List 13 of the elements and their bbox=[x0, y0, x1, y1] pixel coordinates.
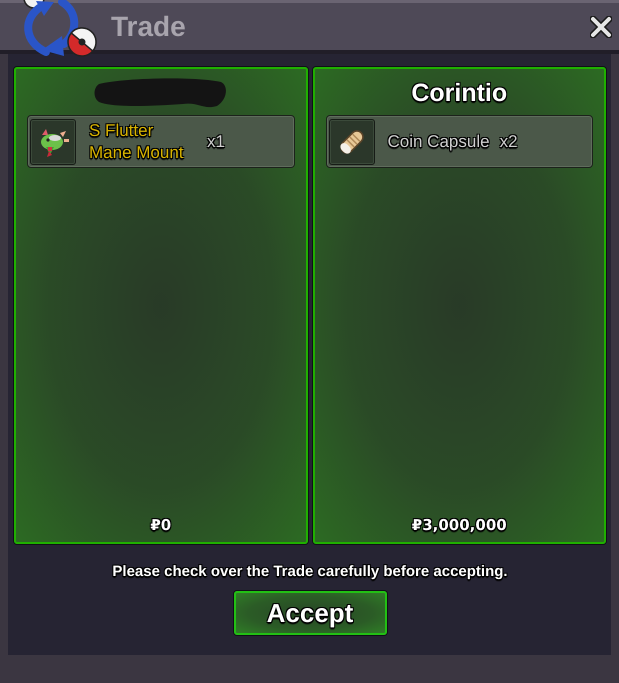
notice-text: Please check over the Trade carefully before accepting. bbox=[111, 563, 509, 581]
item-name: Coin Capsule bbox=[388, 130, 490, 152]
trader-name: Corintio bbox=[411, 80, 508, 106]
item-name: S Flutter Mane Mount bbox=[89, 120, 184, 164]
close-icon[interactable] bbox=[590, 16, 612, 38]
item-slot[interactable]: Coin Capsule x2 bbox=[326, 115, 593, 168]
money-amount: ₽0 bbox=[150, 515, 172, 535]
accept-button[interactable]: Accept bbox=[234, 591, 386, 635]
item-quantity: x2 bbox=[500, 130, 518, 152]
item-slot[interactable]: S Flutter Mane Mount x1 bbox=[27, 115, 294, 168]
money-amount: ₽3,000,000 bbox=[412, 515, 507, 535]
window-title: Trade bbox=[111, 12, 186, 40]
item-quantity: x1 bbox=[207, 130, 225, 152]
